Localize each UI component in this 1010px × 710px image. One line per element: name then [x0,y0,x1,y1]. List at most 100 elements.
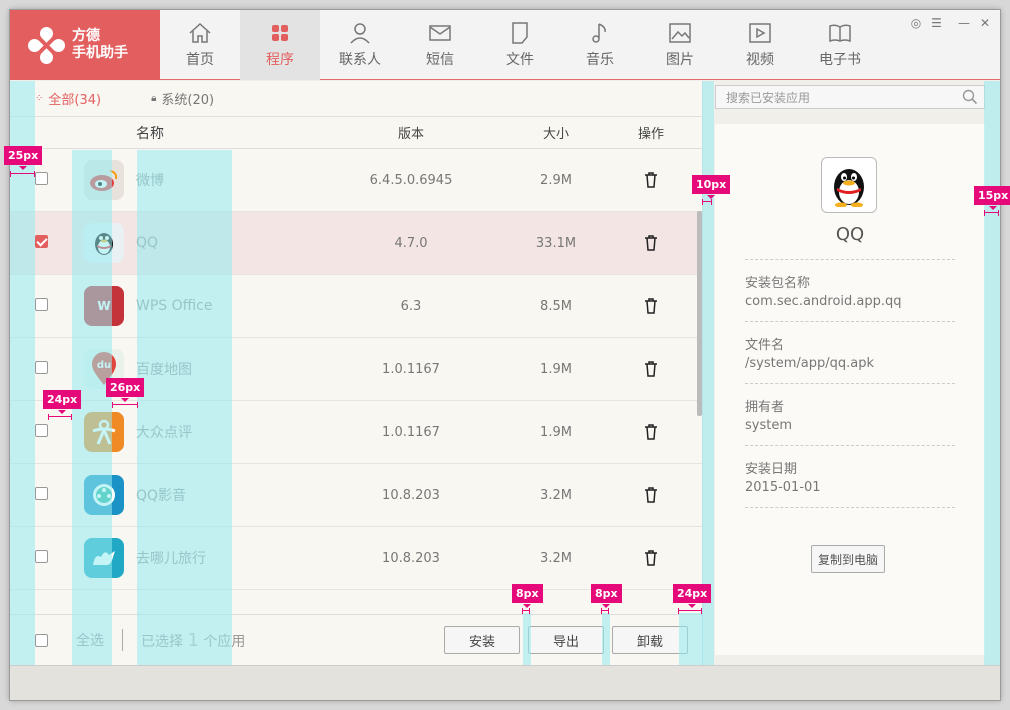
filter-bar: ⁘ 全部(34) 🔒︎ 系统(20) [10,81,702,117]
measure-ruler [678,608,702,614]
measure-ruler [112,402,138,408]
nav-item-4[interactable]: 文件 [480,10,560,80]
app-version: 1.0.1167 [382,361,440,377]
export-button[interactable]: 导出 [527,626,604,654]
selected-suffix: 个应用 [203,633,246,650]
divider [122,629,123,651]
table-row[interactable]: 去哪儿旅行 10.8.203 3.2M [10,527,702,590]
nav-item-6[interactable]: 图片 [640,10,720,80]
nav-label: 联系人 [339,52,381,68]
nav-item-7[interactable]: 视频 [720,10,800,80]
minimize-icon[interactable]: — [958,16,970,30]
selection-count: 已选择 1 个应用 [141,630,245,651]
select-all[interactable]: 全选 [10,630,104,650]
trash-icon[interactable] [644,172,658,188]
table-row[interactable]: QQ影音 10.8.203 3.2M [10,464,702,527]
table-row[interactable]: QQ 4.7.0 33.1M [10,212,702,275]
nav-item-2[interactable]: 联系人 [320,10,400,80]
search-box[interactable]: 搜索已安装应用 [715,85,985,109]
app-version: 1.0.1167 [382,424,440,440]
trash-icon[interactable] [644,550,658,566]
nav-label: 视频 [746,52,774,68]
measure-tag: 10px [692,175,731,199]
qq-player-icon [84,475,124,515]
copy-to-pc-button[interactable]: 复制到电脑 [811,545,886,573]
info-filename: 文件名 /system/app/qq.apk [745,321,955,371]
search-input[interactable]: 搜索已安装应用 [726,89,810,106]
weibo-icon [84,160,124,200]
trash-icon[interactable] [644,361,658,377]
info-owner: 拥有者 system [745,383,955,433]
apps-icon [271,21,289,45]
measure-tag: 26px [106,378,145,402]
menu-icon[interactable]: ☰ [931,16,942,30]
nav-label: 音乐 [586,52,614,68]
install-button[interactable]: 安装 [443,626,520,654]
brand-name: 方德 手机助手 [72,28,128,62]
trash-icon[interactable] [644,487,658,503]
table-row[interactable]: 微博 6.4.5.0.6945 2.9M [10,149,702,212]
info-package: 安装包名称 com.sec.android.app.qq [745,259,955,309]
measure-tag: 8px [591,584,622,608]
home-icon [188,21,212,45]
row-checkbox[interactable] [35,423,48,437]
app-version: 10.8.203 [382,487,440,503]
row-checkbox[interactable] [35,549,48,563]
filter-all[interactable]: ⁘ 全部(34) [35,89,101,108]
app-version: 4.7.0 [394,235,428,251]
svg-text:du: du [97,360,111,371]
info-label: 安装日期 [745,462,798,477]
table-header: 名称 版本 大小 操作 [10,117,702,149]
trash-icon[interactable] [644,235,658,251]
table-row[interactable]: W WPS Office 6.3 8.5M [10,275,702,338]
measure-ruler [522,608,530,614]
mail-icon [429,21,451,45]
detail-pane: 搜索已安装应用 QQ 安装包名称 com.sec.android.app.qq [702,81,1000,665]
trash-icon[interactable] [644,424,658,440]
row-checkbox[interactable] [35,486,48,500]
image-icon [669,21,691,45]
lock-icon: 🔒︎ [151,93,157,104]
trash-icon[interactable] [644,298,658,314]
file-icon [511,21,529,45]
app-version: 6.3 [400,298,422,314]
status-bar [10,665,1000,700]
measure-ruler [702,199,712,205]
info-divider [745,507,955,508]
app-name: 去哪儿旅行 [136,551,206,567]
filter-system[interactable]: 🔒︎ 系统(20) [151,89,214,108]
nav-item-1[interactable]: 程序 [240,10,320,80]
measure-ruler [601,608,609,614]
close-icon[interactable]: ✕ [980,16,990,30]
nav-item-5[interactable]: 音乐 [560,10,640,80]
row-checkbox[interactable] [35,171,48,185]
uninstall-button[interactable]: 卸载 [611,626,688,654]
row-checkbox[interactable] [35,297,48,311]
user-icon[interactable]: ◎ [911,16,921,30]
info-value: system [745,418,792,433]
filter-all-label: 全部(34) [48,93,102,108]
qq-icon [84,223,124,263]
table-row[interactable]: 大众点评 1.0.1167 1.9M [10,401,702,464]
app-size: 2.9M [540,172,572,188]
main-nav: 首页 程序 联系人 短信 文件 音乐 图片 视频 电子书 [160,10,880,80]
info-value: com.sec.android.app.qq [745,294,902,309]
app-size: 3.2M [540,487,572,503]
wps-icon: W [84,286,124,326]
row-checkbox[interactable] [35,234,48,248]
footer: 全选 已选择 1 个应用 安装 导出 卸载 [10,614,702,665]
video-icon [749,21,771,45]
measure-ruler [10,171,35,177]
info-label: 文件名 [745,338,785,353]
search-icon[interactable] [962,89,978,105]
app-detail: QQ 安装包名称 com.sec.android.app.qq 文件名 /sys… [715,124,985,655]
nav-item-8[interactable]: 电子书 [800,10,880,80]
nav-item-0[interactable]: 首页 [160,10,240,80]
nav-item-3[interactable]: 短信 [400,10,480,80]
row-checkbox[interactable] [35,360,48,374]
col-name: 名称 [136,125,164,142]
app-size: 1.9M [540,361,572,377]
col-size: 大小 [542,127,569,142]
select-all-checkbox[interactable] [35,633,48,647]
app-size: 33.1M [535,235,577,251]
